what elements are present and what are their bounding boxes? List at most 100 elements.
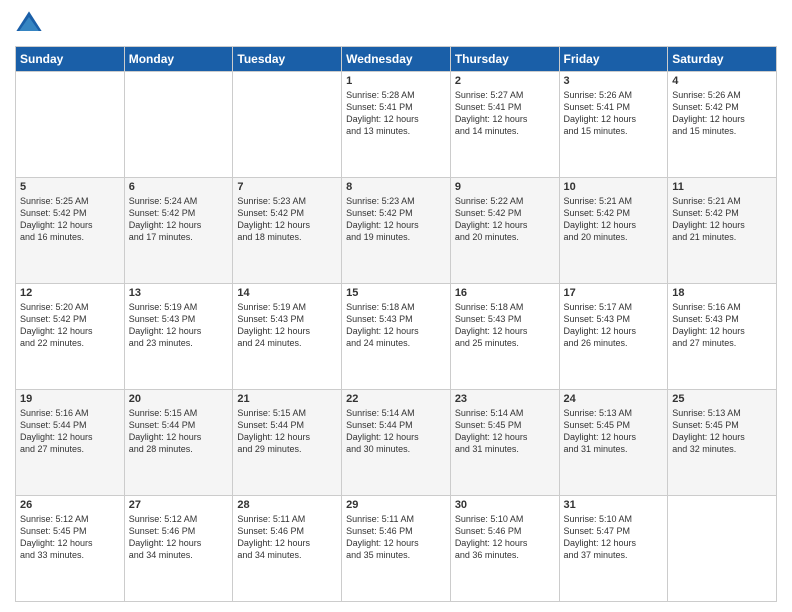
day-number: 28 (237, 499, 337, 511)
calendar-cell (16, 72, 125, 178)
day-info: Sunrise: 5:15 AM Sunset: 5:44 PM Dayligh… (129, 407, 229, 456)
calendar-cell: 29Sunrise: 5:11 AM Sunset: 5:46 PM Dayli… (342, 496, 451, 602)
calendar-cell: 21Sunrise: 5:15 AM Sunset: 5:44 PM Dayli… (233, 390, 342, 496)
weekday-row: SundayMondayTuesdayWednesdayThursdayFrid… (16, 47, 777, 72)
calendar-header: SundayMondayTuesdayWednesdayThursdayFrid… (16, 47, 777, 72)
calendar-cell: 24Sunrise: 5:13 AM Sunset: 5:45 PM Dayli… (559, 390, 668, 496)
calendar-cell (668, 496, 777, 602)
day-info: Sunrise: 5:13 AM Sunset: 5:45 PM Dayligh… (672, 407, 772, 456)
calendar-cell (124, 72, 233, 178)
calendar-cell: 30 Sunrise: 5:10 AM Sunset: 5:46 PM Dayli… (450, 496, 559, 602)
logo (15, 10, 45, 38)
day-number: 13 (129, 287, 229, 299)
day-info: Sunrise: 5:12 AM Sunset: 5:45 PM Dayligh… (20, 513, 120, 562)
day-info: Sunrise: 5:24 AM Sunset: 5:42 PM Dayligh… (129, 195, 229, 244)
day-info: Sunrise: 5:26 AM Sunset: 5:41 PM Dayligh… (564, 89, 664, 138)
calendar-cell: 28Sunrise: 5:11 AM Sunset: 5:46 PM Dayli… (233, 496, 342, 602)
day-number: 3 (564, 75, 664, 87)
day-number: 23 (455, 393, 555, 405)
calendar-cell: 23 Sunrise: 5:14 AM Sunset: 5:45 PM Dayli… (450, 390, 559, 496)
day-number: 31 (564, 499, 664, 511)
weekday-header: Thursday (450, 47, 559, 72)
day-number: 16 (455, 287, 555, 299)
calendar-cell: 12 Sunrise: 5:20 AM Sunset: 5:42 PM Dayli… (16, 284, 125, 390)
calendar-cell: 4 Sunrise: 5:26 AM Sunset: 5:42 PM Daylig… (668, 72, 777, 178)
calendar-cell: 2 Sunrise: 5:27 AM Sunset: 5:41 PM Daylig… (450, 72, 559, 178)
weekday-header: Friday (559, 47, 668, 72)
day-info: Sunrise: 5:14 AM Sunset: 5:44 PM Dayligh… (346, 407, 446, 456)
page: SundayMondayTuesdayWednesdayThursdayFrid… (0, 0, 792, 612)
day-number: 30 (455, 499, 555, 511)
day-info: Sunrise: 5:10 AM Sunset: 5:47 PM Dayligh… (564, 513, 664, 562)
calendar-cell: 18 Sunrise: 5:16 AM Sunset: 5:43 PM Dayli… (668, 284, 777, 390)
calendar-week-row: 26 Sunrise: 5:12 AM Sunset: 5:45 PM Dayli… (16, 496, 777, 602)
weekday-header: Sunday (16, 47, 125, 72)
day-info: Sunrise: 5:26 AM Sunset: 5:42 PM Dayligh… (672, 89, 772, 138)
day-number: 2 (455, 75, 555, 87)
calendar-cell: 14 Sunrise: 5:19 AM Sunset: 5:43 PM Dayli… (233, 284, 342, 390)
logo-icon (15, 10, 43, 38)
day-number: 1 (346, 75, 446, 87)
day-info: Sunrise: 5:19 AM Sunset: 5:43 PM Dayligh… (237, 301, 337, 350)
calendar-cell: 31 Sunrise: 5:10 AM Sunset: 5:47 PM Dayli… (559, 496, 668, 602)
day-info: Sunrise: 5:27 AM Sunset: 5:41 PM Dayligh… (455, 89, 555, 138)
day-number: 4 (672, 75, 772, 87)
calendar-cell: 9 Sunrise: 5:22 AM Sunset: 5:42 PM Daylig… (450, 178, 559, 284)
day-info: Sunrise: 5:16 AM Sunset: 5:44 PM Dayligh… (20, 407, 120, 456)
day-number: 15 (346, 287, 446, 299)
day-info: Sunrise: 5:10 AM Sunset: 5:46 PM Dayligh… (455, 513, 555, 562)
weekday-header: Monday (124, 47, 233, 72)
day-info: Sunrise: 5:18 AM Sunset: 5:43 PM Dayligh… (455, 301, 555, 350)
day-info: Sunrise: 5:19 AM Sunset: 5:43 PM Dayligh… (129, 301, 229, 350)
day-number: 5 (20, 181, 120, 193)
calendar-cell: 10 Sunrise: 5:21 AM Sunset: 5:42 PM Dayli… (559, 178, 668, 284)
day-info: Sunrise: 5:21 AM Sunset: 5:42 PM Dayligh… (672, 195, 772, 244)
calendar-week-row: 19 Sunrise: 5:16 AM Sunset: 5:44 PM Dayli… (16, 390, 777, 496)
calendar-cell: 27Sunrise: 5:12 AM Sunset: 5:46 PM Dayli… (124, 496, 233, 602)
calendar-cell: 19 Sunrise: 5:16 AM Sunset: 5:44 PM Dayli… (16, 390, 125, 496)
day-info: Sunrise: 5:25 AM Sunset: 5:42 PM Dayligh… (20, 195, 120, 244)
calendar-cell: 25 Sunrise: 5:13 AM Sunset: 5:45 PM Dayli… (668, 390, 777, 496)
weekday-header: Tuesday (233, 47, 342, 72)
calendar-cell: 3 Sunrise: 5:26 AM Sunset: 5:41 PM Daylig… (559, 72, 668, 178)
header (15, 10, 777, 38)
day-info: Sunrise: 5:16 AM Sunset: 5:43 PM Dayligh… (672, 301, 772, 350)
calendar-body: 1 Sunrise: 5:28 AM Sunset: 5:41 PM Daylig… (16, 72, 777, 602)
day-number: 18 (672, 287, 772, 299)
day-info: Sunrise: 5:18 AM Sunset: 5:43 PM Dayligh… (346, 301, 446, 350)
day-number: 12 (20, 287, 120, 299)
calendar-cell: 26 Sunrise: 5:12 AM Sunset: 5:45 PM Dayli… (16, 496, 125, 602)
day-info: Sunrise: 5:21 AM Sunset: 5:42 PM Dayligh… (564, 195, 664, 244)
day-info: Sunrise: 5:20 AM Sunset: 5:42 PM Dayligh… (20, 301, 120, 350)
day-number: 22 (346, 393, 446, 405)
day-number: 17 (564, 287, 664, 299)
day-info: Sunrise: 5:17 AM Sunset: 5:43 PM Dayligh… (564, 301, 664, 350)
day-number: 14 (237, 287, 337, 299)
day-number: 8 (346, 181, 446, 193)
calendar-cell: 13 Sunrise: 5:19 AM Sunset: 5:43 PM Dayli… (124, 284, 233, 390)
weekday-header: Saturday (668, 47, 777, 72)
day-number: 29 (346, 499, 446, 511)
day-number: 10 (564, 181, 664, 193)
calendar-week-row: 5 Sunrise: 5:25 AM Sunset: 5:42 PM Daylig… (16, 178, 777, 284)
day-number: 27 (129, 499, 229, 511)
calendar-cell: 7Sunrise: 5:23 AM Sunset: 5:42 PM Daylig… (233, 178, 342, 284)
day-info: Sunrise: 5:28 AM Sunset: 5:41 PM Dayligh… (346, 89, 446, 138)
day-info: Sunrise: 5:23 AM Sunset: 5:42 PM Dayligh… (237, 195, 337, 244)
day-info: Sunrise: 5:15 AM Sunset: 5:44 PM Dayligh… (237, 407, 337, 456)
day-number: 9 (455, 181, 555, 193)
day-info: Sunrise: 5:13 AM Sunset: 5:45 PM Dayligh… (564, 407, 664, 456)
calendar-week-row: 12 Sunrise: 5:20 AM Sunset: 5:42 PM Dayli… (16, 284, 777, 390)
day-number: 25 (672, 393, 772, 405)
day-info: Sunrise: 5:22 AM Sunset: 5:42 PM Dayligh… (455, 195, 555, 244)
day-number: 26 (20, 499, 120, 511)
calendar-cell: 6Sunrise: 5:24 AM Sunset: 5:42 PM Daylig… (124, 178, 233, 284)
calendar-cell: 8Sunrise: 5:23 AM Sunset: 5:42 PM Daylig… (342, 178, 451, 284)
calendar-cell: 15 Sunrise: 5:18 AM Sunset: 5:43 PM Dayli… (342, 284, 451, 390)
day-number: 19 (20, 393, 120, 405)
calendar-cell: 1 Sunrise: 5:28 AM Sunset: 5:41 PM Daylig… (342, 72, 451, 178)
calendar-cell: 16 Sunrise: 5:18 AM Sunset: 5:43 PM Dayli… (450, 284, 559, 390)
day-info: Sunrise: 5:14 AM Sunset: 5:45 PM Dayligh… (455, 407, 555, 456)
calendar-cell (233, 72, 342, 178)
calendar: SundayMondayTuesdayWednesdayThursdayFrid… (15, 46, 777, 602)
